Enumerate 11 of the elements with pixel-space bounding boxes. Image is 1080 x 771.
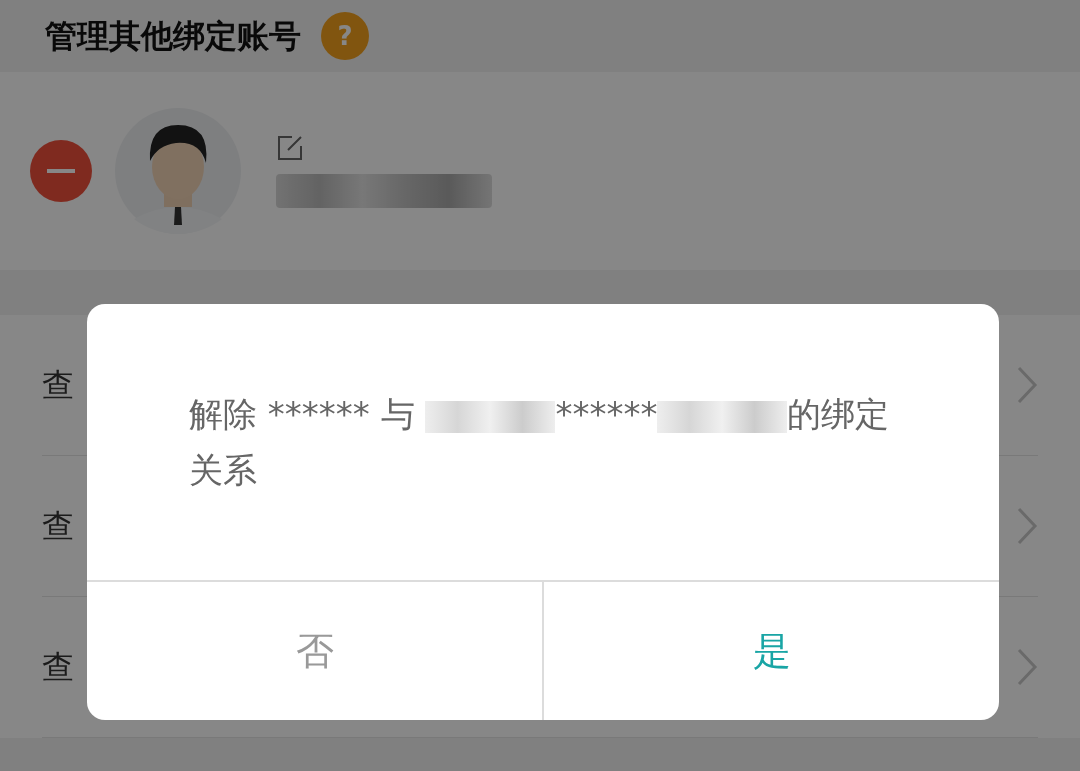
cancel-button[interactable]: 否	[87, 582, 542, 720]
dialog-message: 解除 ****** 与 ****** 的绑定关系	[189, 393, 891, 492]
page-title: 管理其他绑定账号	[45, 16, 301, 57]
chevron-right-icon	[1016, 647, 1038, 687]
list-item-label[interactable]: 查	[42, 502, 74, 550]
edit-icon[interactable]	[276, 134, 304, 162]
chevron-right-icon	[1016, 365, 1038, 405]
list-item-label[interactable]: 查	[42, 643, 74, 691]
chevron-right-icon	[1016, 506, 1038, 546]
confirm-button[interactable]: 是	[542, 582, 999, 720]
list-item-label[interactable]: 查	[42, 361, 74, 409]
